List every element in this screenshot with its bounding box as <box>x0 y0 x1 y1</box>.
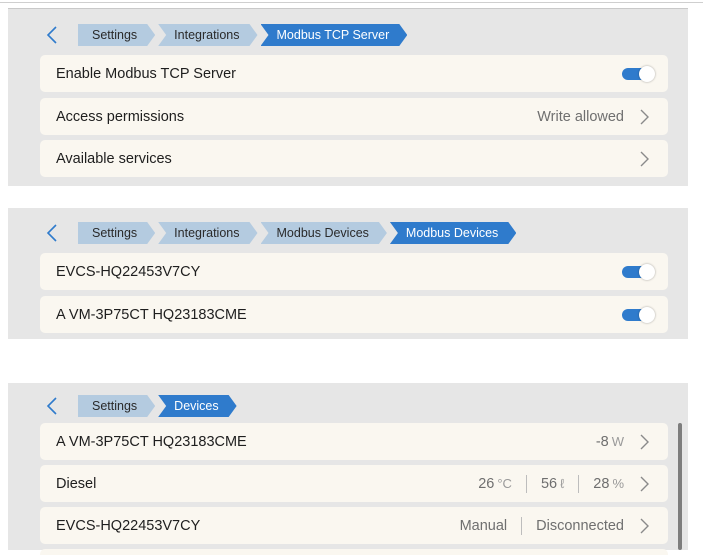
scrollbar[interactable] <box>678 423 682 550</box>
modbus-device-row[interactable]: A VM-3P75CT HQ23183CME <box>40 296 668 333</box>
chevron-right-icon <box>636 517 654 535</box>
enable-modbus-toggle[interactable] <box>622 65 655 82</box>
temperature-value: 26 °C <box>478 475 512 492</box>
volume-value: 56 ℓ <box>540 475 565 492</box>
toggle-knob <box>639 263 655 280</box>
chevron-right-icon <box>636 475 654 493</box>
row-label: EVCS-HQ22453V7CY <box>56 263 201 280</box>
device-row-energy-meter[interactable]: A VM-3P75CT HQ23183CME -8 W <box>40 423 668 460</box>
breadcrumb-modbus-devices-current: Modbus Devices <box>390 222 516 244</box>
charger-status-value: Disconnected <box>536 517 624 534</box>
top-divider <box>0 2 703 3</box>
chevron-right-icon <box>636 108 654 126</box>
modbus-devices-panel: Settings Integrations Modbus Devices Mod… <box>8 208 688 339</box>
breadcrumb-settings[interactable]: Settings <box>78 395 155 417</box>
value-divider <box>525 474 527 493</box>
row-label: Diesel <box>56 475 97 492</box>
chevron-right-icon <box>636 150 654 168</box>
chevron-left-icon <box>46 397 57 415</box>
row-label: A VM-3P75CT HQ23183CME <box>56 306 247 323</box>
toggle-knob <box>639 306 655 323</box>
breadcrumb-settings[interactable]: Settings <box>78 222 155 244</box>
enable-modbus-tcp-server-row[interactable]: Enable Modbus TCP Server <box>40 55 668 92</box>
breadcrumb: Settings Integrations Modbus Devices Mod… <box>40 221 519 245</box>
device-enable-toggle[interactable] <box>622 306 655 323</box>
row-label: Available services <box>56 150 172 167</box>
breadcrumb-modbus-tcp-server: Modbus TCP Server <box>261 24 408 46</box>
breadcrumb-settings[interactable]: Settings <box>78 24 155 46</box>
row-label: EVCS-HQ22453V7CY <box>56 517 201 534</box>
modbus-device-row[interactable]: EVCS-HQ22453V7CY <box>40 253 668 290</box>
breadcrumb-integrations[interactable]: Integrations <box>158 222 257 244</box>
back-button[interactable] <box>40 23 64 47</box>
device-row-diesel[interactable]: Diesel 26 °C 56 ℓ 28% <box>40 465 668 502</box>
chevron-right-icon <box>636 433 654 451</box>
devices-panel: Settings Devices A VM-3P75CT HQ23183CME … <box>8 383 688 555</box>
chevron-left-icon <box>46 224 57 242</box>
access-permissions-value: Write allowed <box>537 108 624 125</box>
breadcrumb-integrations[interactable]: Integrations <box>158 24 257 46</box>
value-divider <box>521 516 523 535</box>
toggle-knob <box>639 65 655 82</box>
device-enable-toggle[interactable] <box>622 263 655 280</box>
breadcrumb: Settings Integrations Modbus TCP Server <box>40 23 410 47</box>
row-label: Enable Modbus TCP Server <box>56 65 237 82</box>
row-label: Access permissions <box>56 108 185 125</box>
power-value: -8 W <box>595 433 624 450</box>
breadcrumb: Settings Devices <box>40 394 240 418</box>
row-label: A VM-3P75CT HQ23183CME <box>56 433 247 450</box>
back-button[interactable] <box>40 221 64 245</box>
access-permissions-row[interactable]: Access permissions Write allowed <box>40 98 668 135</box>
breadcrumb-modbus-devices[interactable]: Modbus Devices <box>261 222 387 244</box>
device-row-evcs[interactable]: EVCS-HQ22453V7CY Manual Disconnected <box>40 507 668 544</box>
value-divider <box>578 474 580 493</box>
back-button[interactable] <box>40 394 64 418</box>
breadcrumb-devices: Devices <box>158 395 236 417</box>
chevron-left-icon <box>46 26 57 44</box>
level-percent-value: 28% <box>593 475 624 492</box>
available-services-row[interactable]: Available services <box>40 140 668 177</box>
modbus-tcp-server-panel: Settings Integrations Modbus TCP Server … <box>8 8 688 186</box>
charger-mode-value: Manual <box>459 517 508 534</box>
